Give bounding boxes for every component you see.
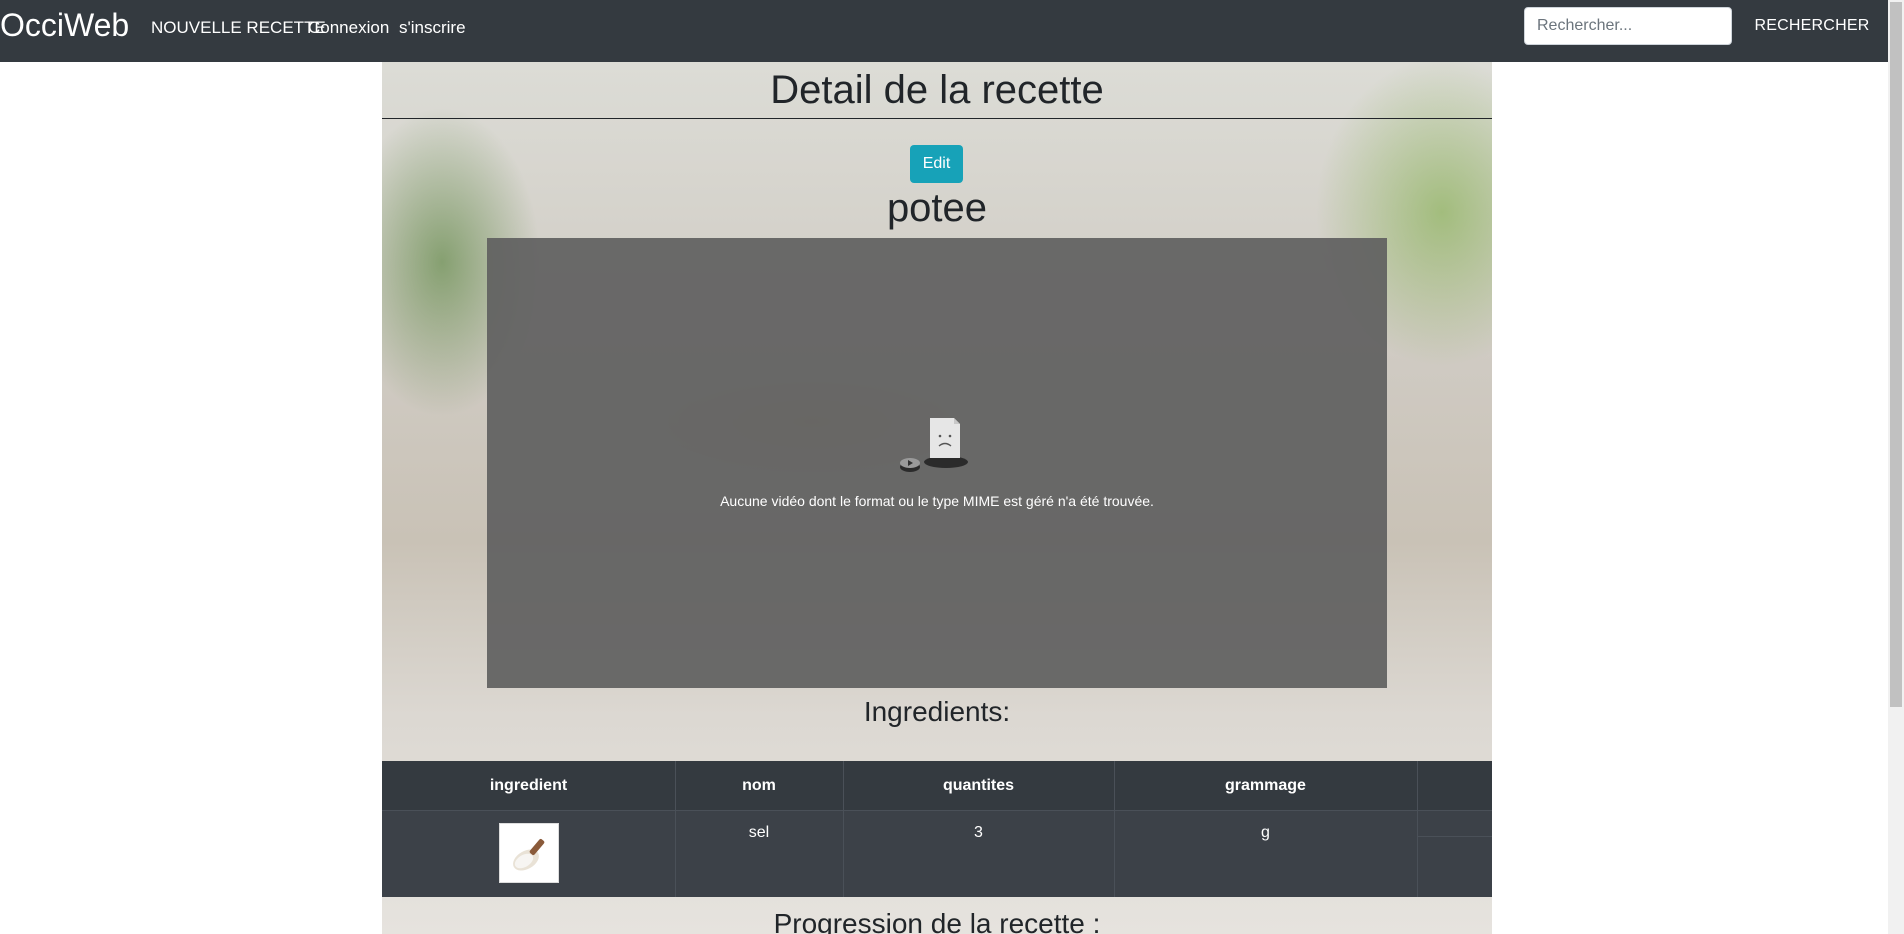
page-scrollbar[interactable] (1888, 0, 1904, 934)
navbar: OcciWeb NOUVELLE RECETTE Connexion s'ins… (0, 0, 1888, 62)
recipe-detail-container: Detail de la recette Edit potee Aucune v… (382, 62, 1492, 934)
column-header-empty (1417, 761, 1492, 810)
cell-grammage: g (1261, 824, 1270, 841)
ingredient-image (499, 823, 559, 883)
page-title: Detail de la recette (770, 68, 1104, 112)
scrollbar-thumb[interactable] (1890, 2, 1902, 707)
broken-video-file-icon (900, 418, 968, 472)
search-input[interactable] (1524, 7, 1732, 45)
edit-button[interactable]: Edit (910, 145, 963, 183)
cell-nom: sel (748, 824, 770, 841)
ingredients-heading: Ingredients: (863, 696, 1011, 727)
column-header-quantites: quantites (942, 777, 1015, 794)
brand-logo-link[interactable]: OcciWeb (0, 6, 129, 44)
title-divider (382, 118, 1492, 119)
column-divider (1114, 761, 1115, 897)
column-divider (1417, 761, 1418, 897)
table-row: sel 3 g (382, 811, 1492, 897)
row-divider (1417, 836, 1492, 837)
nav-link-login[interactable]: Connexion (308, 18, 389, 38)
cell-quantites: 3 (974, 824, 983, 841)
column-header-nom: nom (742, 777, 776, 794)
salt-scoop-icon (500, 824, 558, 882)
ingredients-table: ingredient nom quantites grammage sel 3 … (382, 761, 1492, 897)
progress-heading: Progression de la recette : (773, 908, 1101, 934)
column-header-ingredient: ingredient (489, 777, 568, 794)
column-divider (843, 761, 844, 897)
video-error-message: Aucune vidéo dont le format ou le type M… (720, 493, 1154, 509)
column-header-grammage: grammage (1225, 777, 1306, 794)
search-button[interactable]: RECHERCHER (1746, 7, 1878, 45)
nav-link-signup[interactable]: s'inscrire (399, 18, 466, 38)
video-player[interactable]: Aucune vidéo dont le format ou le type M… (487, 238, 1387, 688)
table-header: ingredient nom quantites grammage (382, 761, 1492, 811)
recipe-name: potee (886, 186, 988, 230)
nav-link-new-recipe[interactable]: NOUVELLE RECETTE (151, 18, 326, 38)
column-divider (675, 761, 676, 897)
